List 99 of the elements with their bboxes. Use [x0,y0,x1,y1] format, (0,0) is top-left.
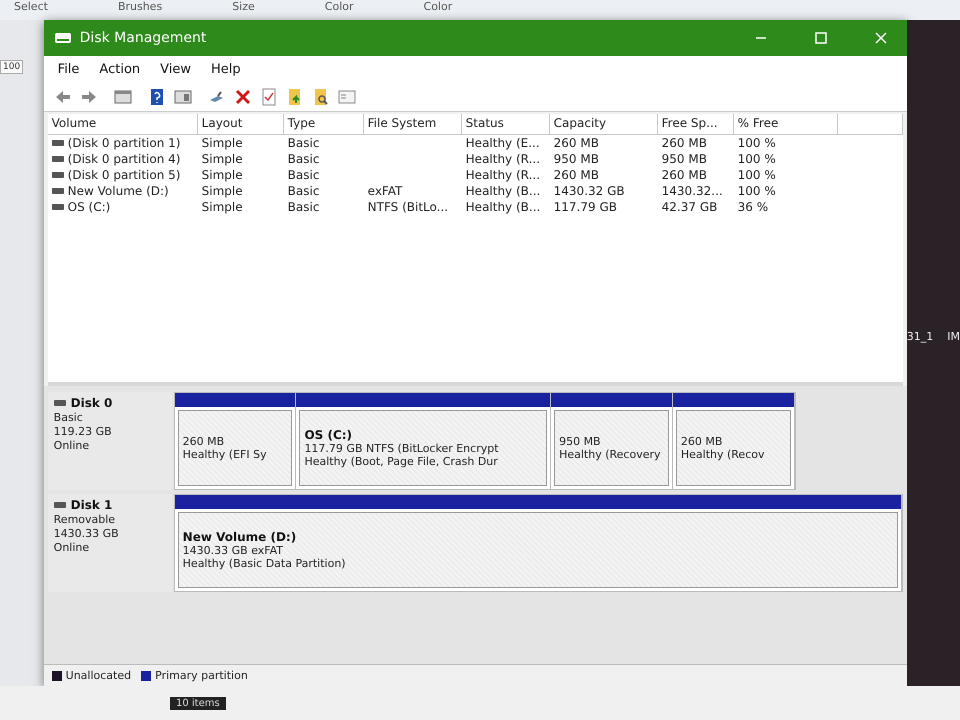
partition-info: Healthy (Boot, Page File, Crash Dur [304,455,499,468]
table-cell: 1430.32 GB [554,184,625,198]
menu-item[interactable]: File [50,60,88,79]
column-header[interactable]: Capacity [550,114,658,135]
partition-info: 260 MB [182,435,226,448]
table-cell: OS (C:) [68,200,110,214]
table-cell: Basic [288,168,320,182]
table-cell: Healthy (R... [466,152,540,166]
partition-info: Healthy (Recovery [559,448,662,461]
table-cell: Healthy (B... [466,184,540,198]
column-header[interactable]: Status [462,114,550,135]
table-cell: 260 MB [554,136,599,150]
menu-item[interactable]: Help [203,60,249,79]
table-cell: 1430.32... [662,184,723,198]
disk-size: 119.23 GB [54,425,113,438]
table-cell: Simple [202,184,243,198]
ribbon-label: Color [324,0,354,13]
back-arrow-icon [54,88,72,106]
disk-size: 1430.33 GB [54,527,120,540]
status-text: 10 items [170,696,226,710]
table-cell: Simple [202,136,243,150]
column-header[interactable]: % Free [734,114,838,135]
table-cell: 117.79 GB [554,200,617,214]
ribbon-label: Brushes [118,0,162,13]
disk-type: Removable [54,513,116,526]
window-title: Disk Management [80,30,208,46]
partition-info: 260 MB [680,435,724,448]
drive-icon [52,156,64,162]
partition-info: 1430.33 GB exFAT [182,544,284,557]
table-cell: Basic [288,136,320,150]
partition-info: 950 MB [559,435,602,448]
table-cell: 950 MB [662,152,707,166]
table-cell: 100 % [738,168,776,182]
table-cell: NTFS (BitLo... [368,200,448,214]
partition-name: OS (C:) [304,428,354,442]
drive-icon [52,204,64,210]
drive-icon [52,140,64,146]
ribbon-label: Size [232,0,255,13]
partition-info: 117.79 GB NTFS (BitLocker Encrypt [304,442,500,455]
table-cell: Simple [202,168,243,182]
file-label: 31_1 [906,330,934,345]
table-cell: Basic [288,184,320,198]
table-cell: 36 % [738,200,768,214]
legend-label: Primary partition [155,669,248,682]
partition-name: New Volume (D:) [182,530,298,544]
table-cell: 260 MB [662,136,707,150]
drive-icon [52,172,64,178]
maximize-icon [814,32,827,44]
table-cell: 260 MB [554,168,599,182]
column-header[interactable]: File System [364,114,462,135]
disk-drive-icon [54,31,72,45]
table-cell: 950 MB [554,152,599,166]
table-cell: Basic [288,200,320,214]
column-header[interactable]: Volume [48,114,198,135]
table-cell: (Disk 0 partition 1) [68,136,180,150]
partition-info: Healthy (Basic Data Partition) [182,557,347,570]
file-label: IM [947,330,960,345]
ribbon-label: Select [14,0,48,13]
delete-icon [234,88,252,106]
table-cell: New Volume (D:) [68,184,169,198]
forward-arrow-icon [80,88,98,106]
close-icon [874,32,887,44]
column-header[interactable]: Type [284,114,364,135]
partition-info: Healthy (Recov [680,448,766,461]
window-icon [338,88,356,106]
menu-item[interactable]: View [152,60,199,79]
properties-pane-icon [174,88,192,106]
table-cell: Healthy (R... [466,168,540,182]
menu-item[interactable]: Action [91,60,148,79]
checked-document-icon [260,88,278,106]
disk-status: Online [54,541,90,554]
partition-info: Healthy (EFI Sy [182,448,268,461]
table-cell: exFAT [368,184,402,198]
disk-name: Disk 1 [70,498,112,512]
table-cell: 100 % [738,152,776,166]
table-cell: 260 MB [662,168,707,182]
table-cell: 100 % [738,184,776,198]
table-cell: 100 % [738,136,776,150]
table-cell: Healthy (E... [466,136,540,150]
disk-status: Online [54,439,90,452]
zoom-label: 100 [0,60,24,74]
ribbon-label: Color [424,0,452,13]
table-cell: (Disk 0 partition 4) [68,152,180,166]
drive-icon [54,400,66,406]
column-header[interactable]: Layout [198,114,284,135]
table-cell: Healthy (B... [466,200,540,214]
column-header[interactable]: Free Sp... [658,114,734,135]
console-pane-icon [114,88,132,106]
table-cell: Simple [202,200,243,214]
disk-type: Basic [54,411,84,424]
drive-icon [52,188,64,194]
table-cell: Simple [202,152,243,166]
empty-column-header [838,114,903,135]
table-cell: (Disk 0 partition 5) [68,168,180,182]
disk-name: Disk 0 [70,396,112,410]
table-cell: Basic [288,152,320,166]
drive-icon [54,502,66,508]
table-cell: 42.37 GB [662,200,718,214]
legend-label: Unallocated [66,669,132,682]
